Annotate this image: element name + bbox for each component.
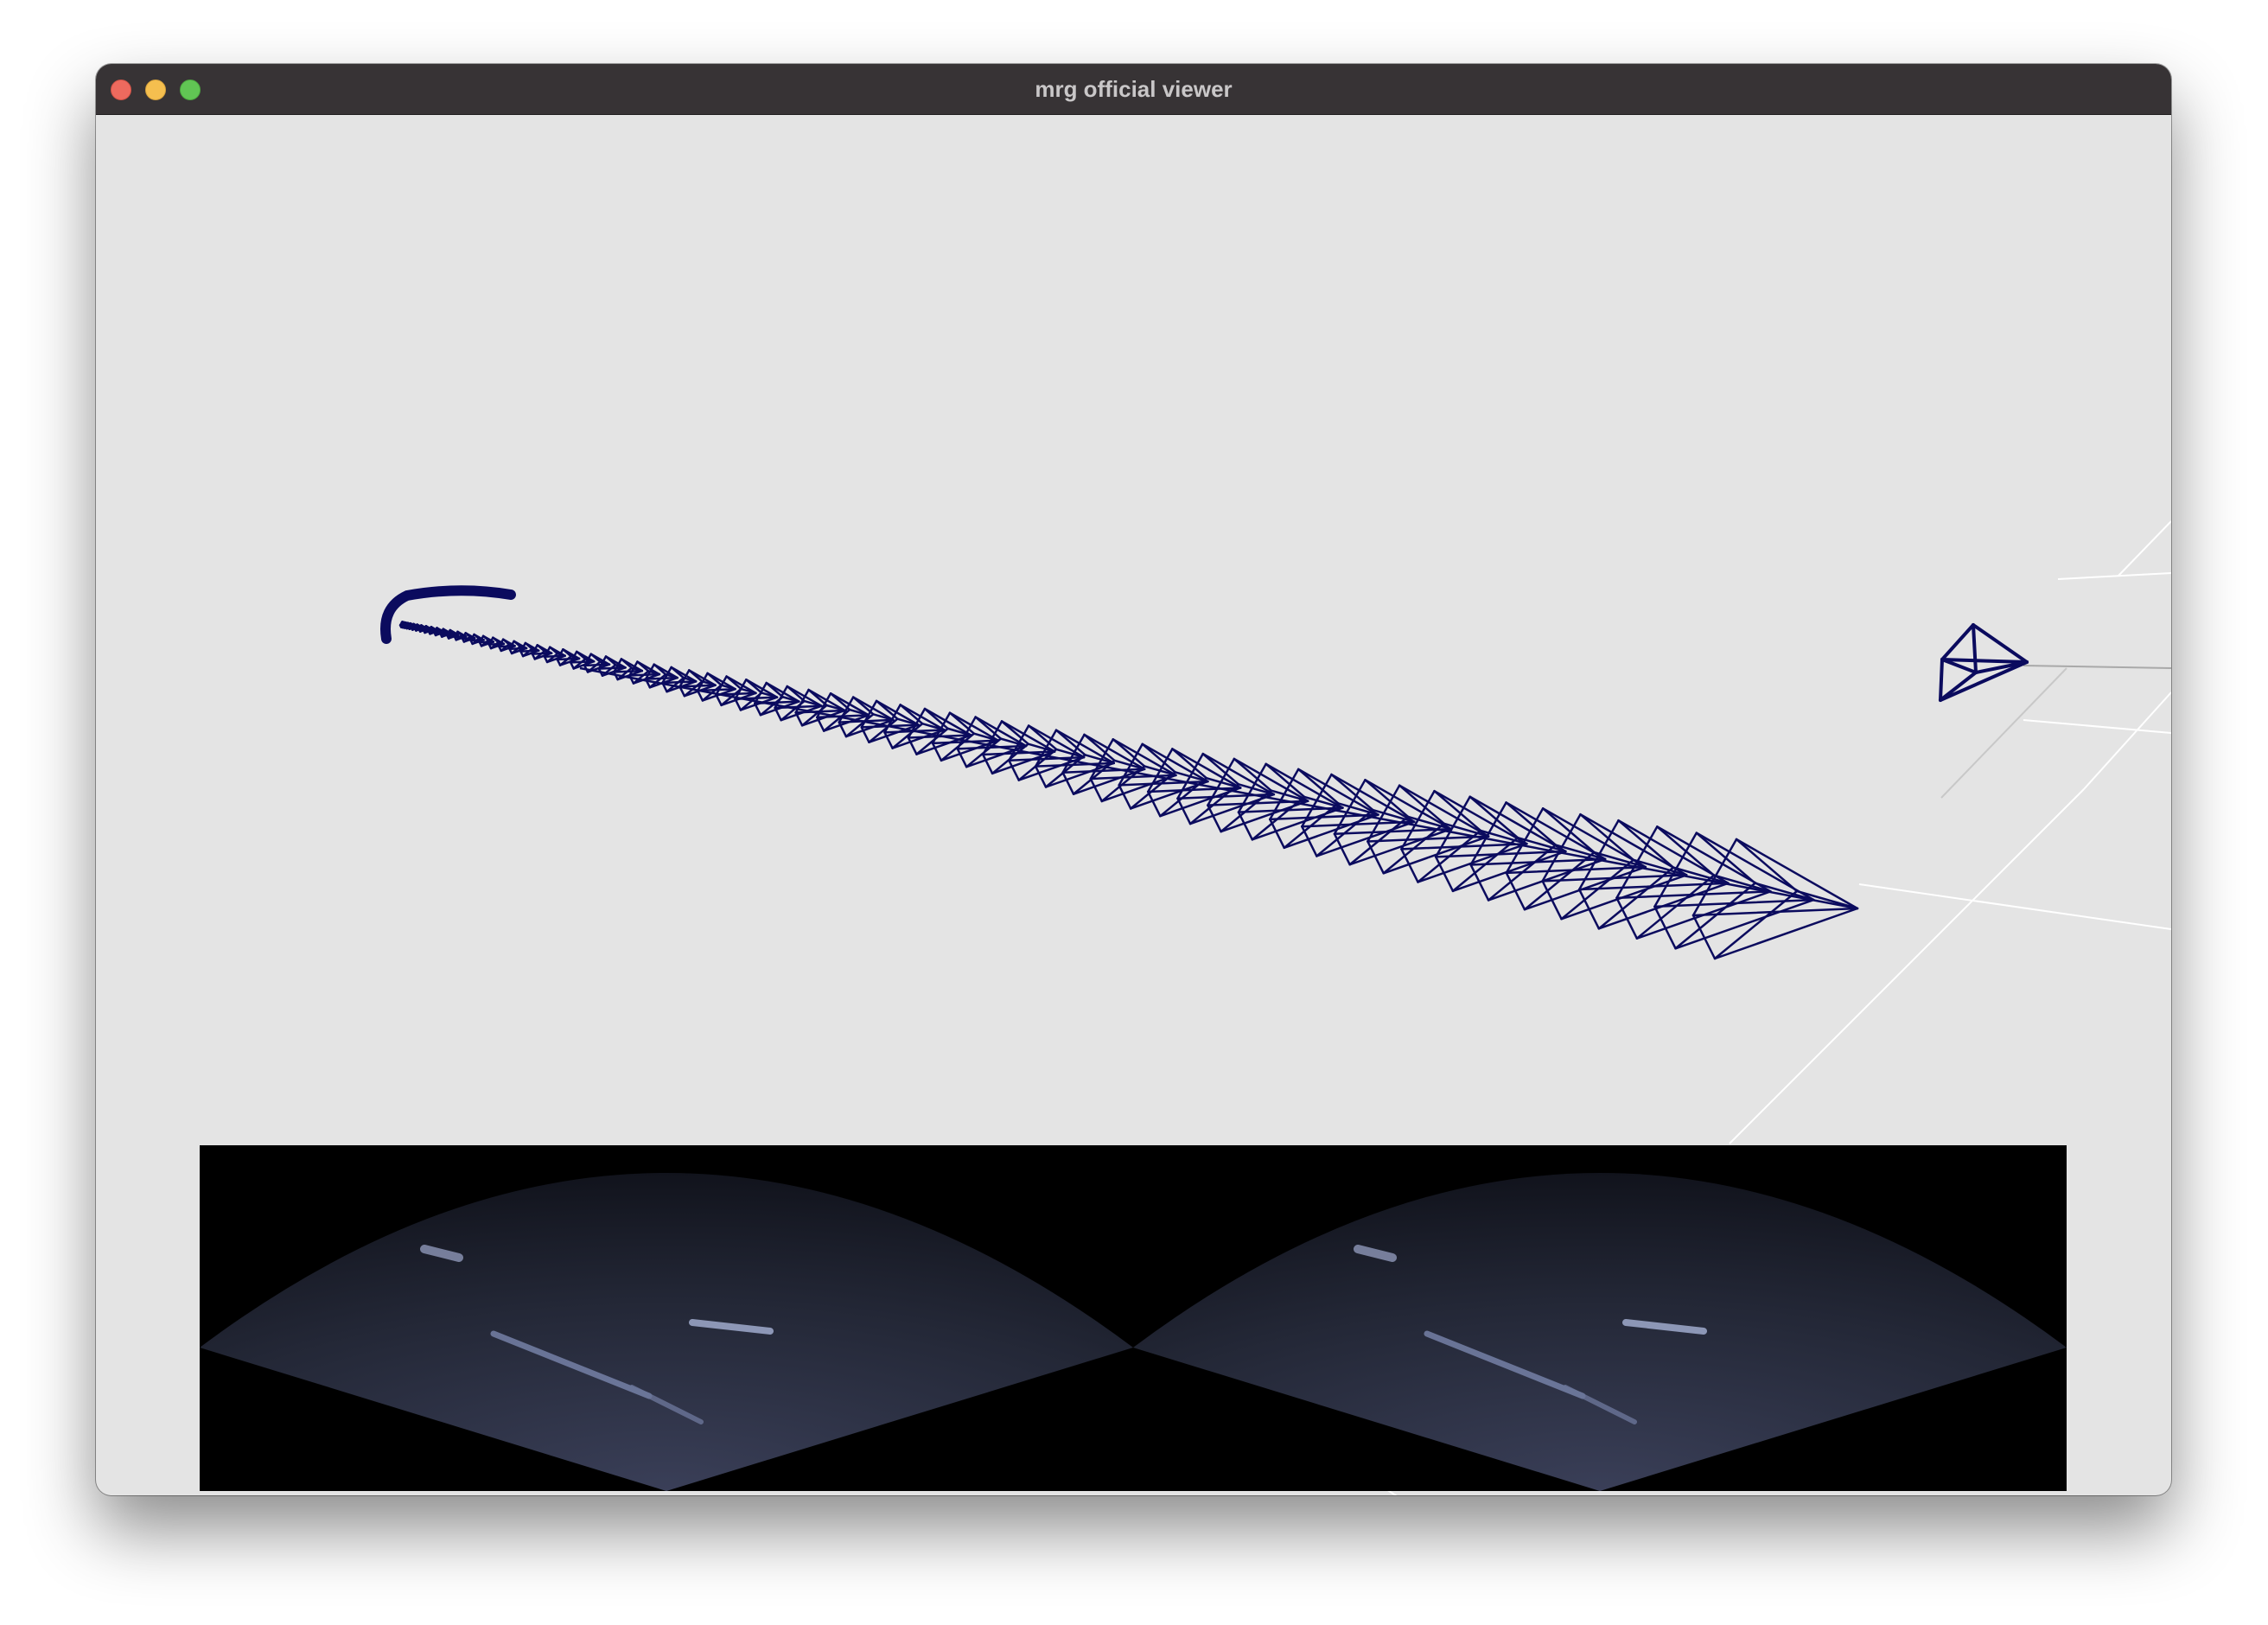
ultrasound-image-panel: [200, 1145, 2067, 1491]
grid-line: [2118, 520, 2171, 577]
camera-trajectory: [380, 585, 1859, 960]
frustum-edge: [1541, 807, 1596, 854]
frustum-edge: [1505, 801, 1558, 846]
frustum-edge: [1617, 819, 1675, 869]
frustum-edge: [1713, 907, 1859, 960]
3d-viewport[interactable]: [96, 115, 2171, 1495]
frustum-edge: [1034, 765, 1048, 788]
grid-line: [2083, 691, 2171, 790]
frustum-edge: [1579, 812, 1635, 862]
frustum-edge: [1146, 790, 1162, 818]
camera-frustum: [1615, 825, 1772, 940]
frustum-edge: [1972, 623, 2029, 664]
frustum-edge: [1940, 623, 1975, 661]
window-title: mrg official viewer: [1035, 76, 1233, 102]
grid-line: [1729, 788, 2085, 1144]
frustum-edge: [1251, 806, 1344, 841]
frustum-edge: [1940, 658, 2029, 664]
grid-line: [2057, 572, 2171, 580]
frustum-edge: [1653, 905, 1677, 950]
frustum-edge: [1061, 771, 1075, 795]
camera-frustum: [1691, 838, 1859, 960]
viewer-window: mrg official viewer: [96, 64, 2171, 1495]
frustum-edge: [1939, 660, 2029, 702]
frustum-edge: [1176, 797, 1192, 825]
camera-frustum: [1577, 819, 1730, 930]
frustum-edge: [1207, 804, 1222, 833]
frustum-edge: [1283, 813, 1379, 850]
frustum-edge: [1468, 795, 1519, 839]
trajectory-path: [579, 666, 1858, 910]
frustum-edge: [1089, 777, 1104, 803]
frustum-edge: [1615, 896, 1639, 940]
grid-line: [2023, 665, 2171, 669]
current-camera-frustum: [1939, 623, 2029, 702]
frustum-edge: [1939, 658, 1944, 702]
frustum-edge: [1691, 914, 1717, 960]
3d-scene[interactable]: [96, 115, 2171, 1495]
frustum-edge: [1972, 623, 1978, 674]
frustum-edge: [1008, 759, 1020, 781]
frustum-edge: [1118, 784, 1132, 810]
frustum-edge: [1674, 898, 1815, 950]
grid-line: [2023, 719, 2171, 734]
frustum-edge: [1237, 811, 1254, 841]
frustum-edge: [715, 693, 723, 707]
frustum-edge: [734, 698, 742, 711]
grid-line: [1858, 883, 2171, 930]
title-bar[interactable]: mrg official viewer: [96, 64, 2171, 115]
grid-line: [1940, 667, 2067, 799]
